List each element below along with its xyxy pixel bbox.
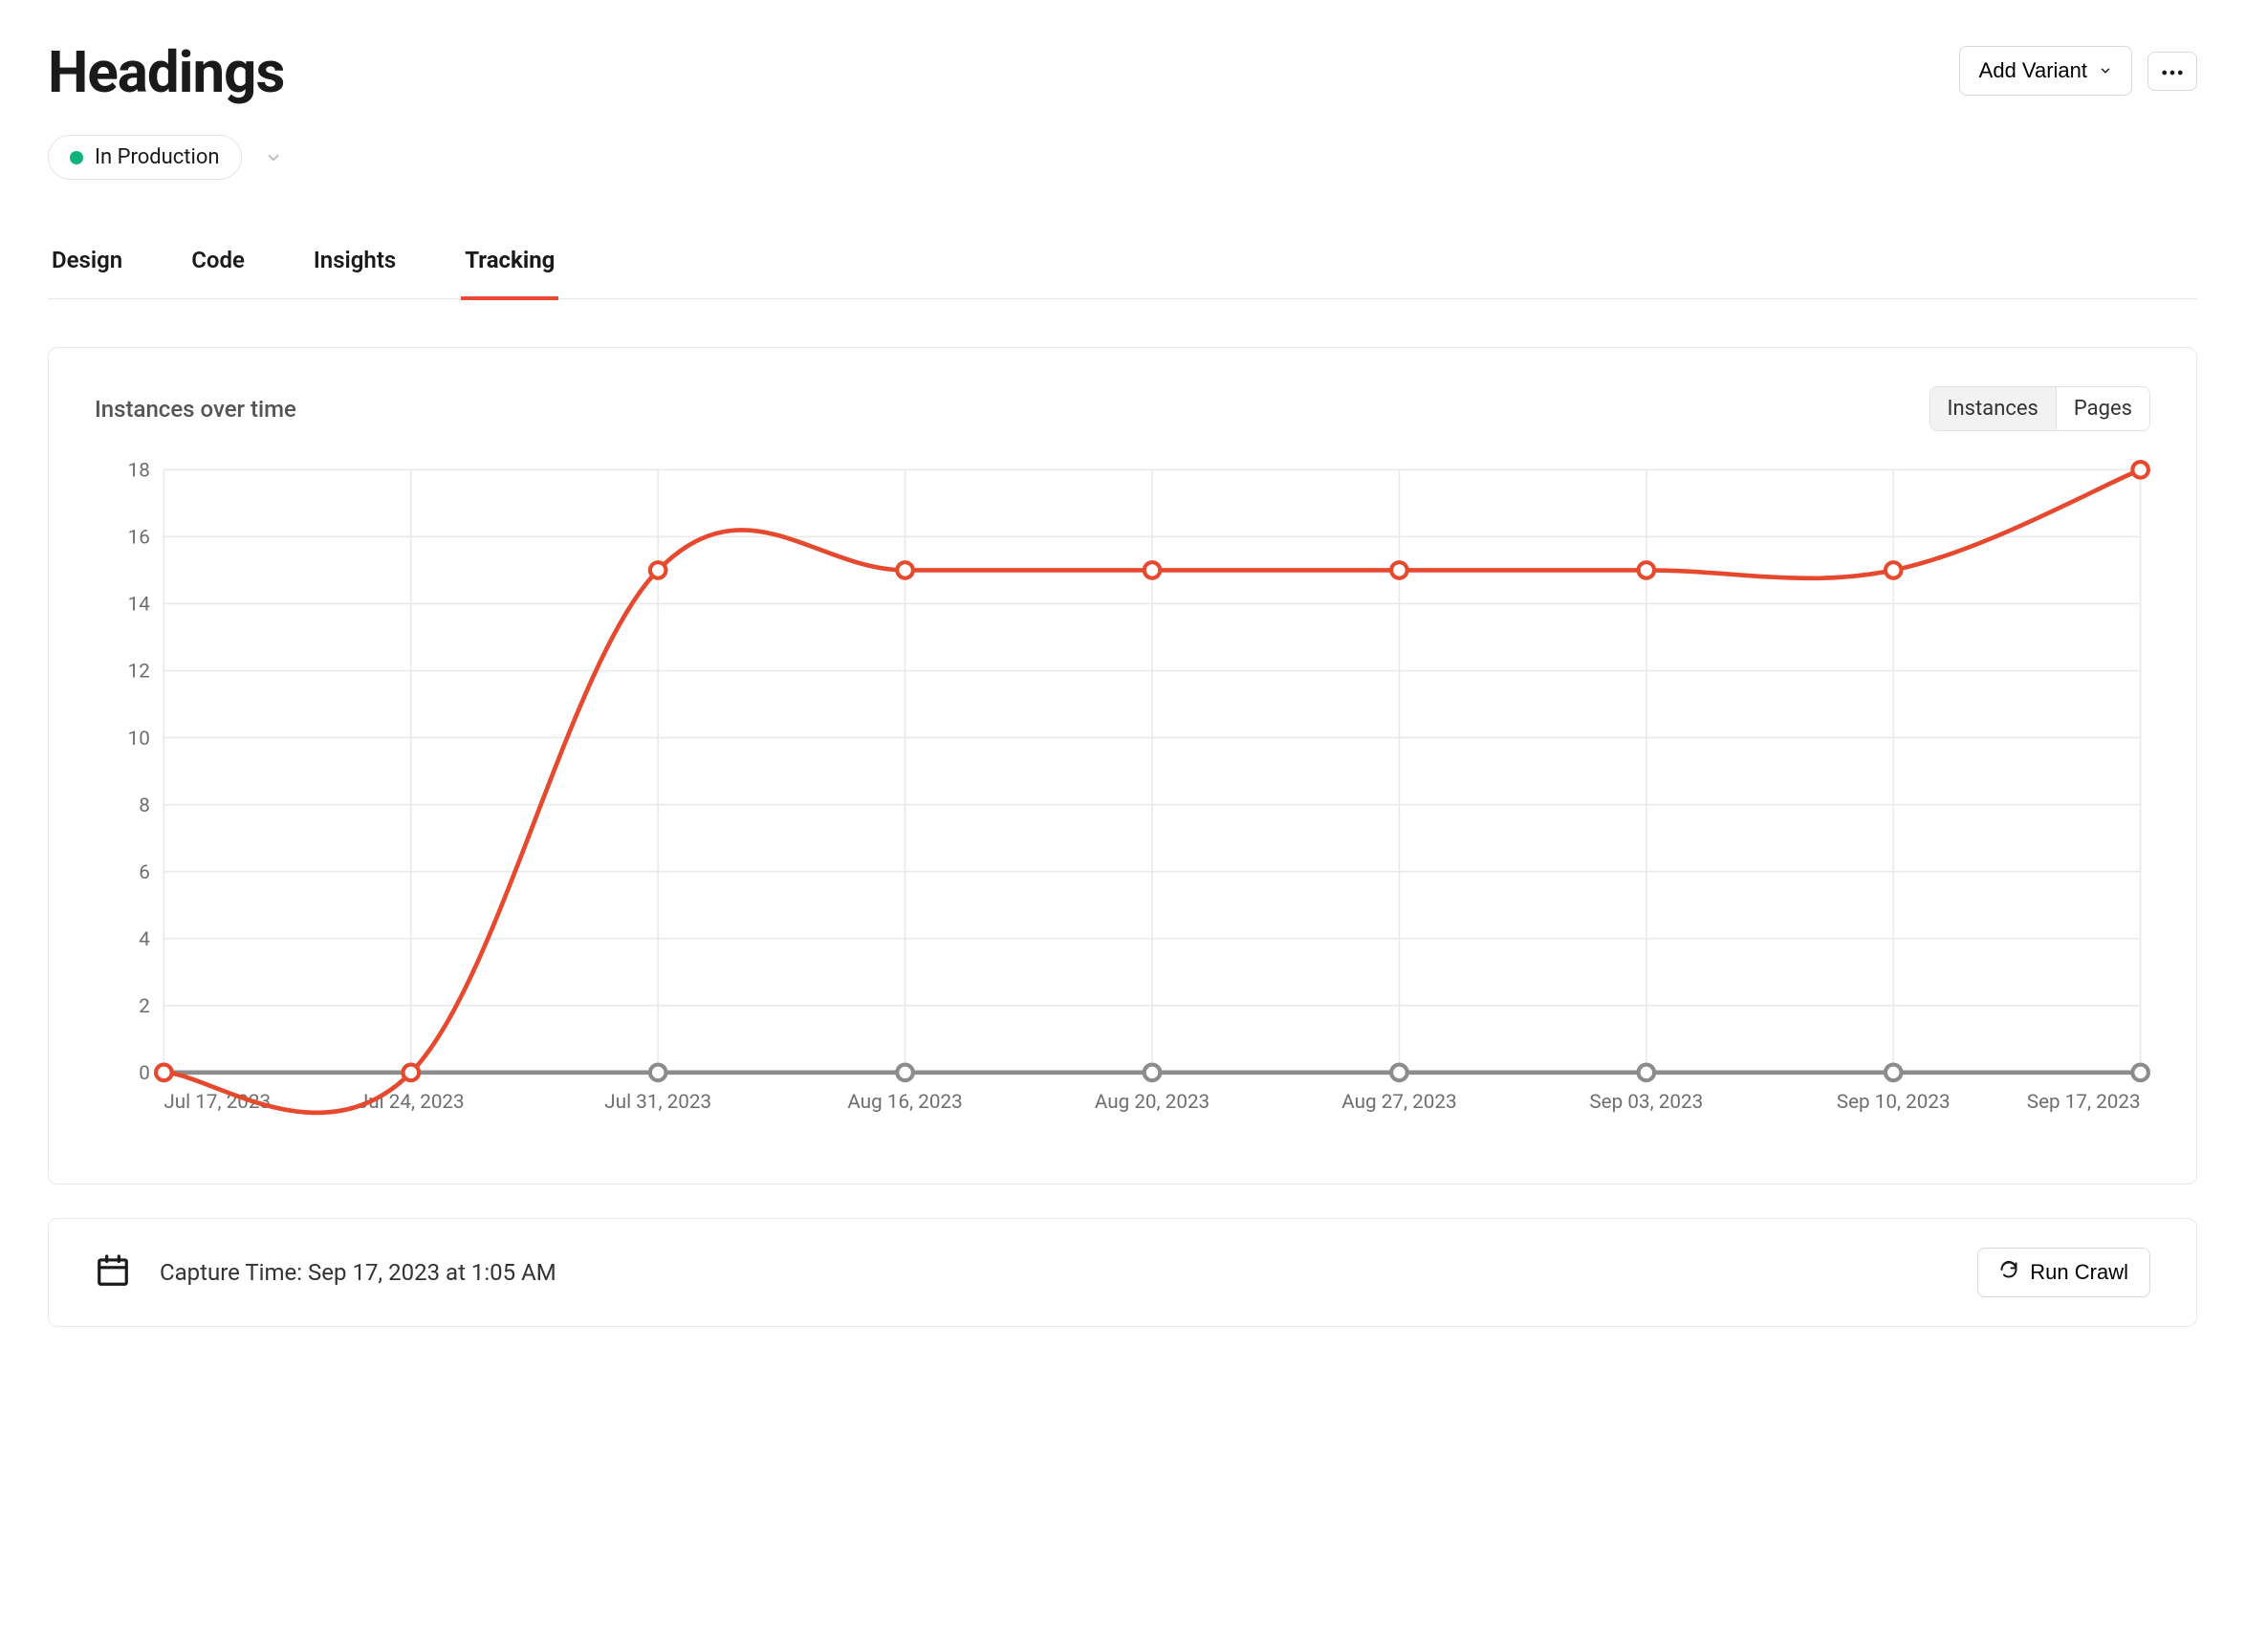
data-point [1639,1065,1655,1081]
data-point [897,1065,913,1081]
y-tick-label: 0 [139,1062,150,1085]
x-tick-label: Sep 03, 2023 [1589,1091,1703,1114]
data-point [2132,1065,2148,1081]
toggle-instances[interactable]: Instances [1930,387,2056,430]
run-crawl-label: Run Crawl [2030,1260,2128,1285]
capture-card: Capture Time: Sep 17, 2023 at 1:05 AM Ru… [48,1218,2197,1327]
tab-tracking[interactable]: Tracking [461,247,558,300]
y-tick-label: 10 [128,728,150,750]
y-tick-label: 6 [139,861,150,884]
add-variant-label: Add Variant [1979,58,2087,83]
data-point [1391,1065,1407,1081]
x-tick-label: Aug 20, 2023 [1095,1091,1210,1114]
y-tick-label: 12 [128,661,150,684]
capture-time-text: Capture Time: Sep 17, 2023 at 1:05 AM [160,1259,556,1286]
x-tick-label: Sep 10, 2023 [1837,1091,1951,1114]
tab-code[interactable]: Code [187,247,249,300]
chart-card: Instances over time InstancesPages 0 2 4 6 8… [48,347,2197,1185]
y-tick-label: 14 [128,594,151,617]
calendar-icon [95,1252,131,1293]
data-point [1144,1065,1161,1081]
chart-toggle-group: InstancesPages [1929,386,2150,431]
data-point [1639,562,1655,578]
x-tick-label: Sep 17, 2023 [2027,1091,2141,1114]
tabs: Design Code Insights Tracking [48,247,2197,299]
y-tick-label: 2 [139,995,150,1018]
data-point [1885,562,1902,578]
status-label: In Production [95,145,220,169]
data-point [2132,462,2148,478]
data-point [1391,562,1407,578]
add-variant-button[interactable]: Add Variant [1959,46,2132,96]
y-tick-label: 18 [128,460,150,483]
data-point [650,1065,666,1081]
data-point [403,1065,420,1081]
chart-title: Instances over time [95,396,296,423]
chart: 024681012141618Jul 17, 2023Jul 24, 2023J… [95,460,2150,1136]
data-point [156,1065,172,1081]
tab-insights[interactable]: Insights [310,247,400,300]
chevron-down-icon[interactable] [265,149,282,166]
x-tick-label: Aug 16, 2023 [847,1091,962,1114]
data-point [650,562,666,578]
refresh-icon [1999,1260,2018,1285]
toggle-pages[interactable]: Pages [2056,387,2149,430]
tab-design[interactable]: Design [48,247,126,300]
run-crawl-button[interactable]: Run Crawl [1977,1248,2150,1297]
status-dot-icon [70,151,83,164]
status-pill[interactable]: In Production [48,135,242,180]
y-tick-label: 4 [139,928,150,951]
more-button[interactable] [2147,52,2197,91]
x-tick-label: Jul 31, 2023 [604,1091,711,1114]
data-point [1144,562,1161,578]
page-title: Headings [48,38,284,106]
x-tick-label: Aug 27, 2023 [1341,1091,1456,1114]
y-tick-label: 16 [128,527,150,550]
data-point [897,562,913,578]
data-point [1885,1065,1902,1081]
y-tick-label: 8 [139,794,150,817]
chevron-down-icon [2099,58,2112,83]
more-icon [2162,64,2183,78]
